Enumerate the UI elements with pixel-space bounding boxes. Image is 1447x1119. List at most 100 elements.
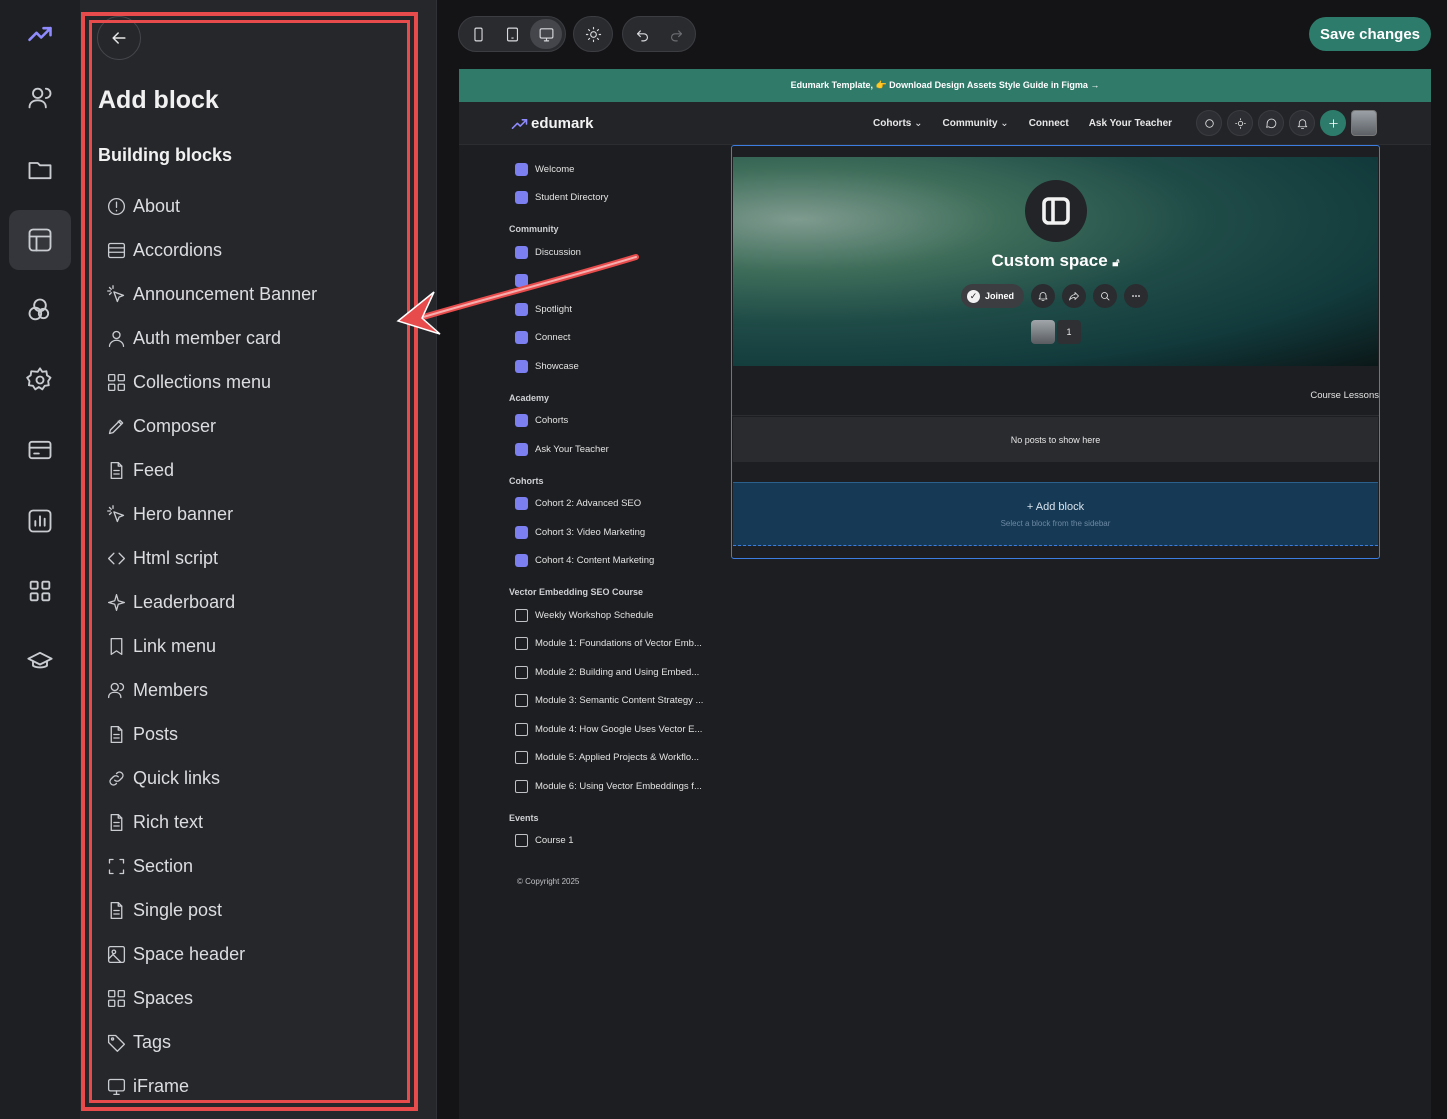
save-changes-button[interactable]: Save changes [1309,17,1431,51]
sun-icon [585,26,601,42]
history-group [622,16,696,52]
create-button[interactable] [1320,110,1346,136]
analytics-trend-button[interactable] [9,4,71,64]
messages-button[interactable] [1258,110,1284,136]
sidebar-item[interactable]: Module 3: Semantic Content Strategy ... [509,687,719,716]
apps-button[interactable] [9,561,71,621]
sidebar-item-label: Welcome [535,163,575,175]
space-icon [515,554,528,568]
mobile-view-button[interactable] [462,19,494,49]
check-icon: ✓ [967,289,980,303]
search-icon [1101,292,1110,301]
bell-icon [1297,118,1307,129]
reports-button[interactable] [9,491,71,551]
site-sidebar: Welcome Student Directory Community Discuss… [509,155,719,886]
sidebar-item[interactable]: Ask Your Teacher [509,435,719,464]
space-icon [515,637,528,651]
search-icon [1204,118,1214,128]
sidebar-item[interactable]: Connect [509,324,719,353]
site-nav-links: Cohorts Community Connect Ask Your Teacher [873,102,1172,145]
space-icon [515,442,528,456]
space-icon [515,302,528,316]
add-block-dropzone[interactable]: + Add block Select a block from the side… [733,482,1378,546]
sidebar-item[interactable]: Module 4: How Google Uses Vector E... [509,715,719,744]
sidebar-item[interactable]: Cohort 4: Content Marketing [509,547,719,576]
members-button[interactable] [9,68,71,128]
layout-button[interactable] [9,210,71,270]
nav-link-ask-your-teacher[interactable]: Ask Your Teacher [1089,118,1172,129]
sidebar-item-label: Module 1: Foundations of Vector Emb... [535,638,702,650]
sidebar-item[interactable]: Module 5: Applied Projects & Workflo... [509,744,719,773]
add-block-hint: Select a block from the sidebar [1000,518,1111,528]
sidebar-item[interactable]: Discussion [509,238,719,267]
space-icon [515,162,528,176]
sidebar-item[interactable]: Student Directory [509,184,719,213]
site-preview: Edumark Template, 👉 Download Design Asse… [459,69,1431,1119]
sidebar-item[interactable]: Module 6: Using Vector Embeddings f... [509,772,719,801]
site-theme-button[interactable] [1227,110,1253,136]
site-nav-icons [1196,110,1377,136]
tab-course-lessons[interactable]: Course Lessons [1310,390,1379,401]
joined-button[interactable]: ✓ Joined [961,284,1025,308]
sidebar-item[interactable]: Course 1 [509,827,719,856]
sidebar-item-label: Showcase [535,360,579,372]
notifications-button[interactable] [1289,110,1315,136]
member-avatar [1031,320,1055,344]
sidebar-section-heading: Academy [509,392,550,403]
space-cover-image: Custom space 🔓︎ ✓ Joined 1 [733,157,1378,366]
space-notifications-button[interactable] [1031,284,1056,308]
redo-button[interactable] [660,19,692,49]
nav-link-connect[interactable]: Connect [1029,118,1069,129]
space-icon [515,779,528,793]
tablet-icon [506,27,518,41]
space-icon [515,834,528,848]
sidebar-item[interactable]: Weekly Workshop Schedule [509,601,719,630]
space-search-button[interactable] [1093,284,1118,308]
user-avatar[interactable] [1351,110,1377,136]
settings-button[interactable] [9,350,71,410]
sidebar-item[interactable]: Module 2: Building and Using Embed... [509,658,719,687]
nav-link-community[interactable]: Community [943,118,1009,129]
space-members[interactable]: 1 [1031,320,1081,344]
sidebar-item[interactable]: Cohort 3: Video Marketing [509,518,719,547]
tablet-view-button[interactable] [496,19,528,49]
share-button[interactable] [1062,284,1087,308]
site-navbar: edumark Cohorts Community Connect Ask Your … [459,102,1431,145]
space-icon [515,274,528,288]
highlight-frame-inner [89,20,410,1103]
space-tabs: Course Lessons [732,366,1379,416]
sidebar-item[interactable]: Welcome [509,155,719,184]
copyright-text: © Copyright 2025 [517,877,580,886]
desktop-view-button[interactable] [530,19,562,49]
space-icon [515,191,528,205]
announcement-banner[interactable]: Edumark Template, 👉 Download Design Asse… [459,69,1431,102]
sidebar-section-heading: Vector Embedding SEO Course [509,587,644,597]
sidebar-item[interactable] [509,267,719,296]
space-icon [515,414,528,428]
apps-icon [29,580,51,602]
content-button[interactable] [9,140,71,200]
palette-icon [28,298,50,321]
sidebar-item[interactable]: Module 1: Foundations of Vector Emb... [509,630,719,659]
search-button[interactable] [1196,110,1222,136]
theme-button[interactable] [9,280,71,340]
space-icon [515,331,528,345]
sidebar-item-label: Course 1 [535,835,574,847]
site-logo[interactable]: edumark [511,115,594,132]
graduation-cap-icon [27,651,53,669]
sidebar-item[interactable]: Showcase [509,352,719,381]
sidebar-item[interactable]: Cohort 2: Advanced SEO [509,490,719,519]
nav-link-cohorts[interactable]: Cohorts [873,118,923,129]
theme-toggle-button[interactable] [577,19,609,49]
billing-button[interactable] [9,420,71,480]
sidebar-item-label: Cohorts [535,415,569,427]
learning-button[interactable] [9,631,71,691]
sidebar-item-label: Cohort 4: Content Marketing [535,555,655,567]
sidebar-item[interactable]: Cohorts [509,407,719,436]
undo-button[interactable] [626,19,658,49]
more-options-button[interactable] [1124,284,1149,308]
sidebar-item-label: Discussion [535,246,581,258]
space-icon [515,245,528,259]
sidebar-item[interactable]: Spotlight [509,295,719,324]
space-icon [515,525,528,539]
